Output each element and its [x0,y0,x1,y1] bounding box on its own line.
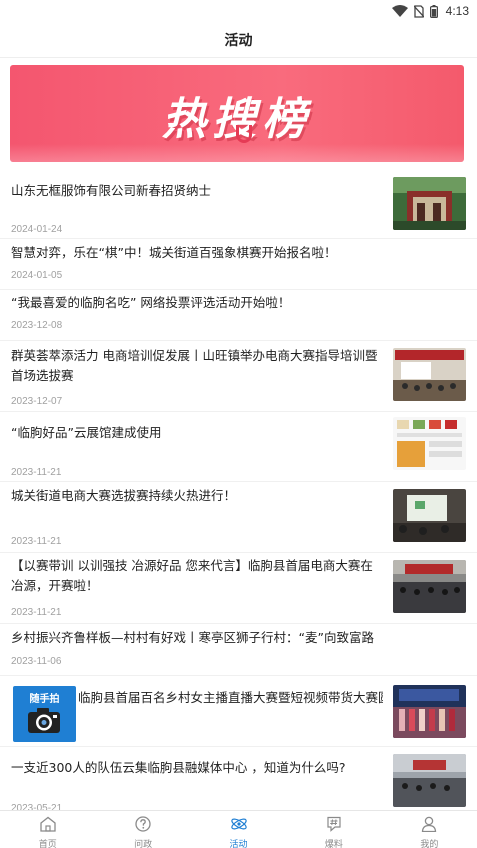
news-item[interactable]: “我最喜爱的临朐名吃” 网络投票评选活动开始啦！ 2023-12-08 [0,290,477,341]
news-date: 2023-12-08 [11,320,63,331]
snapshot-button[interactable]: 随手拍 [13,686,76,742]
news-thumbnail [393,560,466,613]
news-title: 山东无框服饰有限公司新春招贤纳士 [11,183,212,198]
news-title: 智慧对弈，乐在“棋”中！城关街道百强象棋赛开始报名啦！ [11,245,337,260]
news-title: “我最喜爱的临朐名吃” 网络投票评选活动开始啦！ [11,295,291,310]
bottom-tab-bar: 首页 问政 活动 爆料 我的 [0,810,477,848]
tab-home[interactable]: 首页 [0,811,95,848]
status-bar: 4:13 [0,0,477,22]
snapshot-label: 随手拍 [29,694,60,705]
news-date: 2023-11-21 [11,607,62,618]
tab-label: 首页 [38,840,57,848]
news-thumbnail [393,489,466,542]
tab-profile[interactable]: 我的 [382,811,477,848]
battery-icon [429,4,438,18]
news-item[interactable]: 智慧对弈，乐在“棋”中！城关街道百强象棋赛开始报名啦！ 2024-01-05 [0,239,477,290]
news-thumbnail [393,348,466,401]
tab-label: 我的 [420,840,439,848]
tab-activity[interactable]: 活动 [191,811,286,848]
report-icon [326,816,342,836]
news-item[interactable]: 乡村振兴齐鲁样板—村村有好戏丨寒亭区狮子行村：“麦”向致富路 2023-11-0… [0,624,477,676]
news-title: 【以赛带训 以训强技 冶源好品 您来代言】临朐县首届电商大赛在冶源，开赛啦！ [11,558,373,593]
banner-shadow [10,144,464,162]
status-time: 4:13 [445,4,469,18]
news-item[interactable]: 山东无框服饰有限公司新春招贤纳士 2024-01-24 [0,170,477,239]
news-title: “临朐好品”云展馆建成使用 [11,425,162,440]
news-date: 2023-11-21 [11,536,62,547]
news-date: 2024-01-05 [11,270,63,281]
news-title: 乡村振兴齐鲁样板—村村有好戏丨寒亭区狮子行村：“麦”向致富路 [11,630,374,645]
app-header: 活动 [0,22,477,58]
tab-label: 问政 [134,840,153,848]
hot-search-banner[interactable]: 热搜榜 [10,65,464,162]
camera-icon [27,706,61,738]
question-icon [135,816,151,836]
news-item[interactable]: 城关街道电商大赛选拔赛持续火热进行！ 2023-11-21 [0,482,477,553]
news-date: 2023-11-21 [11,467,62,478]
news-title: 城关街道电商大赛选拔赛持续火热进行！ [11,488,237,503]
activity-icon [230,816,248,836]
news-thumbnail [393,417,466,470]
news-item[interactable]: “临朐好品”云展馆建成使用 2023-11-21 [0,412,477,482]
profile-icon [421,816,437,836]
tab-label: 活动 [229,840,248,848]
news-title: 群英荟萃添活力 电商培训促发展丨山旺镇举办电商大赛指导培训暨首场选拔赛 [11,348,378,383]
news-date: 2023-12-07 [11,396,63,407]
news-title: 一支近300人的队伍云集临朐县融媒体中心 ，知道为什么吗? [11,760,346,775]
news-thumbnail [393,177,466,230]
home-icon [39,816,57,836]
news-item[interactable]: 【以赛带训 以训强技 冶源好品 您来代言】临朐县首届电商大赛在冶源，开赛啦！ 2… [0,553,477,624]
tab-label: 爆料 [324,840,343,848]
tab-inquiry[interactable]: 问政 [95,811,190,848]
wifi-icon [391,5,408,17]
news-date: 2024-01-24 [11,224,63,235]
news-item[interactable]: 群英荟萃添活力 电商培训促发展丨山旺镇举办电商大赛指导培训暨首场选拔赛 2023… [0,341,477,412]
page-title: 活动 [224,32,253,49]
news-thumbnail [393,685,466,738]
news-title: 临朐县首届百名乡村女主播直播大赛暨短视频带货大赛圆满落幕 [78,690,383,705]
news-item[interactable]: 一支近300人的队伍云集临朐县融媒体中心 ，知道为什么吗? 2023-05-21 [0,747,477,819]
tab-report[interactable]: 爆料 [286,811,381,848]
no-sim-icon [413,4,424,18]
banner-decoration [236,125,252,143]
news-thumbnail [393,754,466,807]
news-date: 2023-11-06 [11,656,62,667]
